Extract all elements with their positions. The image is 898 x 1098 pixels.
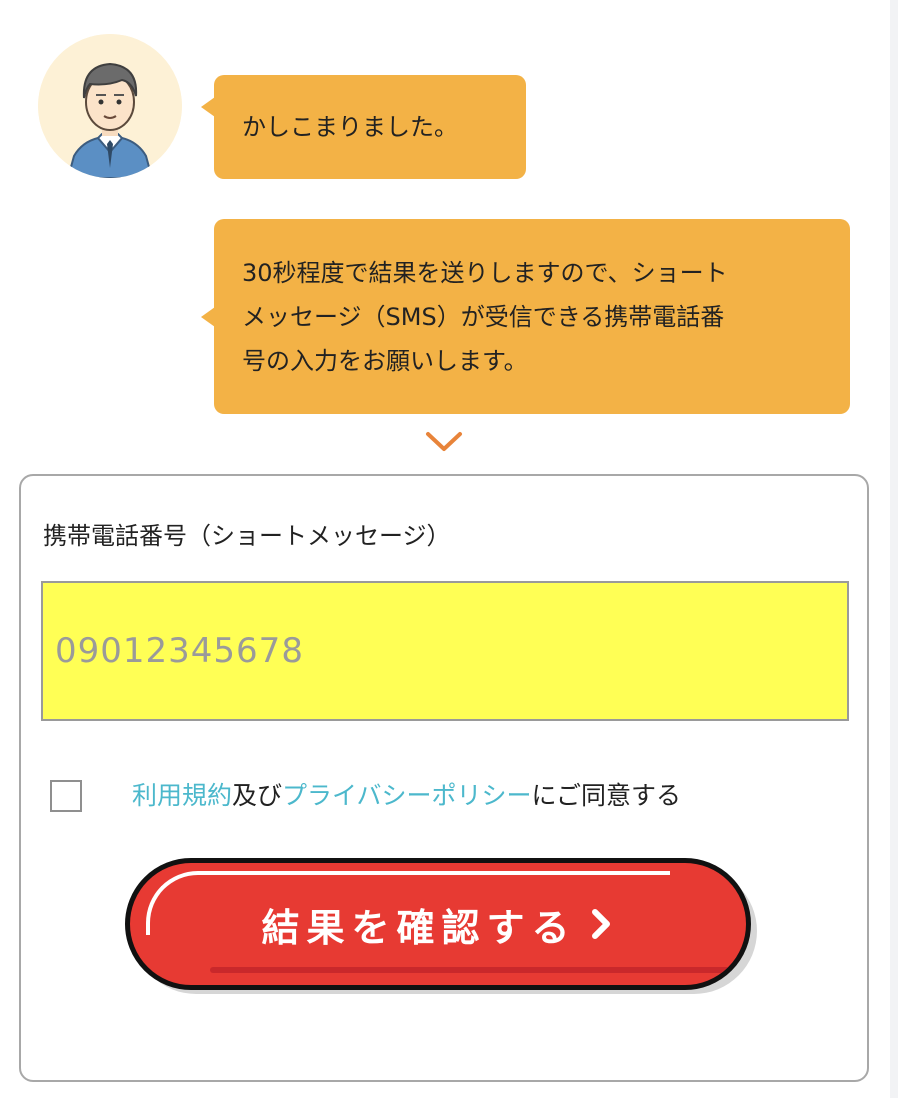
- agreement-text: 利用規約及びプライバシーポリシーにご同意する: [132, 778, 681, 814]
- chat-message-line: 30秒程度で結果を送りしますので、ショート: [242, 259, 728, 287]
- check-result-button[interactable]: 結果を確認する: [125, 858, 751, 990]
- phone-number-input[interactable]: [41, 581, 849, 721]
- chevron-right-icon: [591, 909, 610, 939]
- button-shade: [210, 967, 730, 973]
- privacy-policy-link[interactable]: プライバシーポリシー: [282, 781, 532, 810]
- operator-avatar-icon: [38, 34, 182, 178]
- agreement-suffix: にご同意する: [531, 781, 682, 810]
- chat-bubble-instructions: 30秒程度で結果を送りしますので、ショート メッセージ（SMS）が受信できる携帯…: [201, 219, 850, 414]
- chevron-down-icon: [426, 432, 462, 451]
- agreement-row: 利用規約及びプライバシーポリシーにご同意する: [50, 778, 850, 814]
- phone-form: 携帯電話番号（ショートメッセージ） 利用規約及びプライバシーポリシーにご同意する…: [19, 474, 869, 1082]
- submit-button-wrap: 結果を確認する: [125, 858, 757, 994]
- terms-of-use-link[interactable]: 利用規約: [132, 781, 232, 810]
- agree-checkbox[interactable]: [50, 780, 82, 812]
- chat-message-text: かしこまりました。: [242, 113, 458, 141]
- phone-field-label: 携帯電話番号（ショートメッセージ）: [43, 522, 451, 550]
- page-right-edge: [890, 0, 898, 1098]
- chat-message-line: メッセージ（SMS）が受信できる携帯電話番: [242, 303, 725, 331]
- agreement-conjunction: 及び: [232, 781, 283, 810]
- check-result-button-label: 結果を確認する: [261, 905, 577, 950]
- chat-message-line: 号の入力をお願いします。: [242, 347, 528, 375]
- chat-bubble-confirm: かしこまりました。: [201, 75, 526, 179]
